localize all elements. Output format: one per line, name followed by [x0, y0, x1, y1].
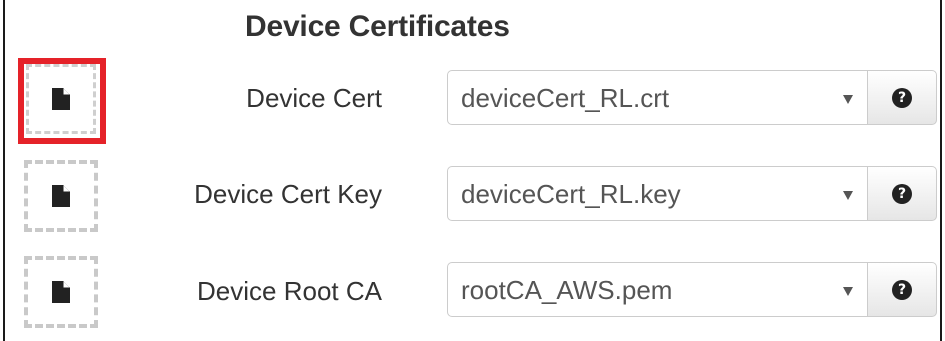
device-root-ca-help-button[interactable]: ?: [867, 262, 937, 317]
question-icon: ?: [892, 87, 912, 108]
device-root-ca-select[interactable]: rootCA_AWS.pem: [447, 262, 868, 317]
device-cert-select-value: deviceCert_RL.crt: [461, 83, 670, 113]
device-cert-help-button[interactable]: ?: [867, 70, 937, 125]
device-cert-key-help-button[interactable]: ?: [867, 166, 937, 221]
device-cert-key-select-value: deviceCert_RL.key: [461, 179, 681, 209]
device-cert-label: Device Cert: [246, 83, 382, 113]
device-cert-key-select[interactable]: deviceCert_RL.key: [447, 166, 868, 221]
chevron-down-icon: [843, 287, 853, 296]
chevron-down-icon: [843, 95, 853, 104]
question-icon: ?: [892, 183, 912, 204]
section-title: Device Certificates: [245, 10, 510, 43]
device-cert-select[interactable]: deviceCert_RL.crt: [447, 70, 868, 125]
device-root-ca-label: Device Root CA: [197, 276, 382, 306]
device-cert-key-label: Device Cert Key: [194, 179, 382, 209]
chevron-down-icon: [843, 191, 853, 200]
question-icon: ?: [892, 279, 912, 300]
device-root-ca-select-value: rootCA_AWS.pem: [461, 275, 673, 305]
